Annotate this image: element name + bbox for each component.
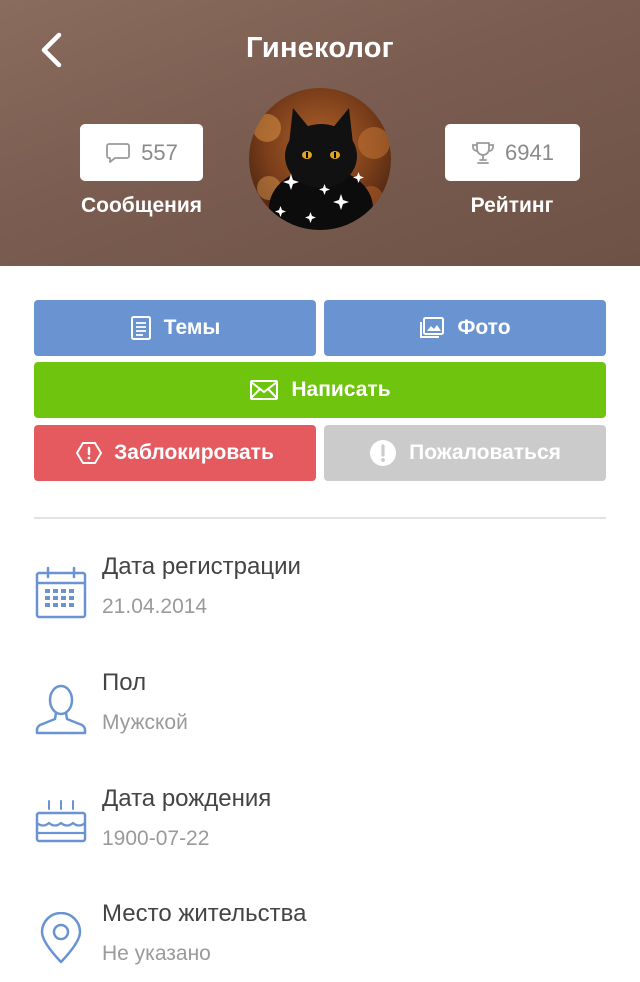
page-title: Гинеколог xyxy=(246,32,394,64)
block-button[interactable]: Заблокировать xyxy=(34,425,316,481)
photo-button[interactable]: Фото xyxy=(324,300,606,356)
envelope-icon xyxy=(250,380,279,400)
avatar[interactable] xyxy=(249,88,391,230)
rating-count: 6941 xyxy=(505,139,554,165)
topics-label: Темы xyxy=(163,316,221,339)
divider xyxy=(34,517,606,519)
user-icon xyxy=(35,684,87,735)
report-label: Пожаловаться xyxy=(409,441,561,464)
info-title: Дата регистрации xyxy=(102,553,301,580)
info-value: Мужской xyxy=(102,711,188,734)
info-row-gender: Пол Мужской xyxy=(0,669,640,771)
document-icon xyxy=(130,316,151,340)
location-pin-icon xyxy=(40,912,82,964)
info-row-location: Место жительства Не указано xyxy=(0,900,640,982)
messages-stat-box[interactable]: 557 xyxy=(80,124,203,181)
info-value: 21.04.2014 xyxy=(102,595,208,618)
write-message-button[interactable]: Написать xyxy=(34,362,606,418)
chat-bubble-icon xyxy=(106,142,131,163)
exclamation-icon xyxy=(370,440,397,466)
topics-button[interactable]: Темы xyxy=(34,300,316,356)
messages-label: Сообщения xyxy=(80,194,203,217)
messages-count: 557 xyxy=(141,139,178,165)
info-value: Не указано xyxy=(102,942,211,965)
rating-stat-box[interactable]: 6941 xyxy=(445,124,580,181)
info-title: Место жительства xyxy=(102,900,307,927)
photo-icon xyxy=(420,317,445,338)
info-row-registration: Дата регистрации 21.04.2014 xyxy=(0,553,640,655)
info-value: 1900-07-22 xyxy=(102,827,210,850)
trophy-icon xyxy=(472,141,494,164)
stop-octagon-icon xyxy=(76,442,103,464)
block-label: Заблокировать xyxy=(114,441,274,464)
info-row-birthday: Дата рождения 1900-07-22 xyxy=(0,785,640,887)
photo-label: Фото xyxy=(457,316,511,339)
write-label: Написать xyxy=(291,378,391,401)
profile-header: Гинеколог 557 Сообщения 6941 Рейтинг xyxy=(0,0,640,266)
info-title: Пол xyxy=(102,669,147,696)
rating-label: Рейтинг xyxy=(470,194,554,217)
calendar-icon xyxy=(35,566,87,619)
info-title: Дата рождения xyxy=(102,785,272,812)
report-button[interactable]: Пожаловаться xyxy=(324,425,606,481)
black-cat-avatar-image xyxy=(249,88,391,230)
birthday-cake-icon xyxy=(35,800,87,843)
